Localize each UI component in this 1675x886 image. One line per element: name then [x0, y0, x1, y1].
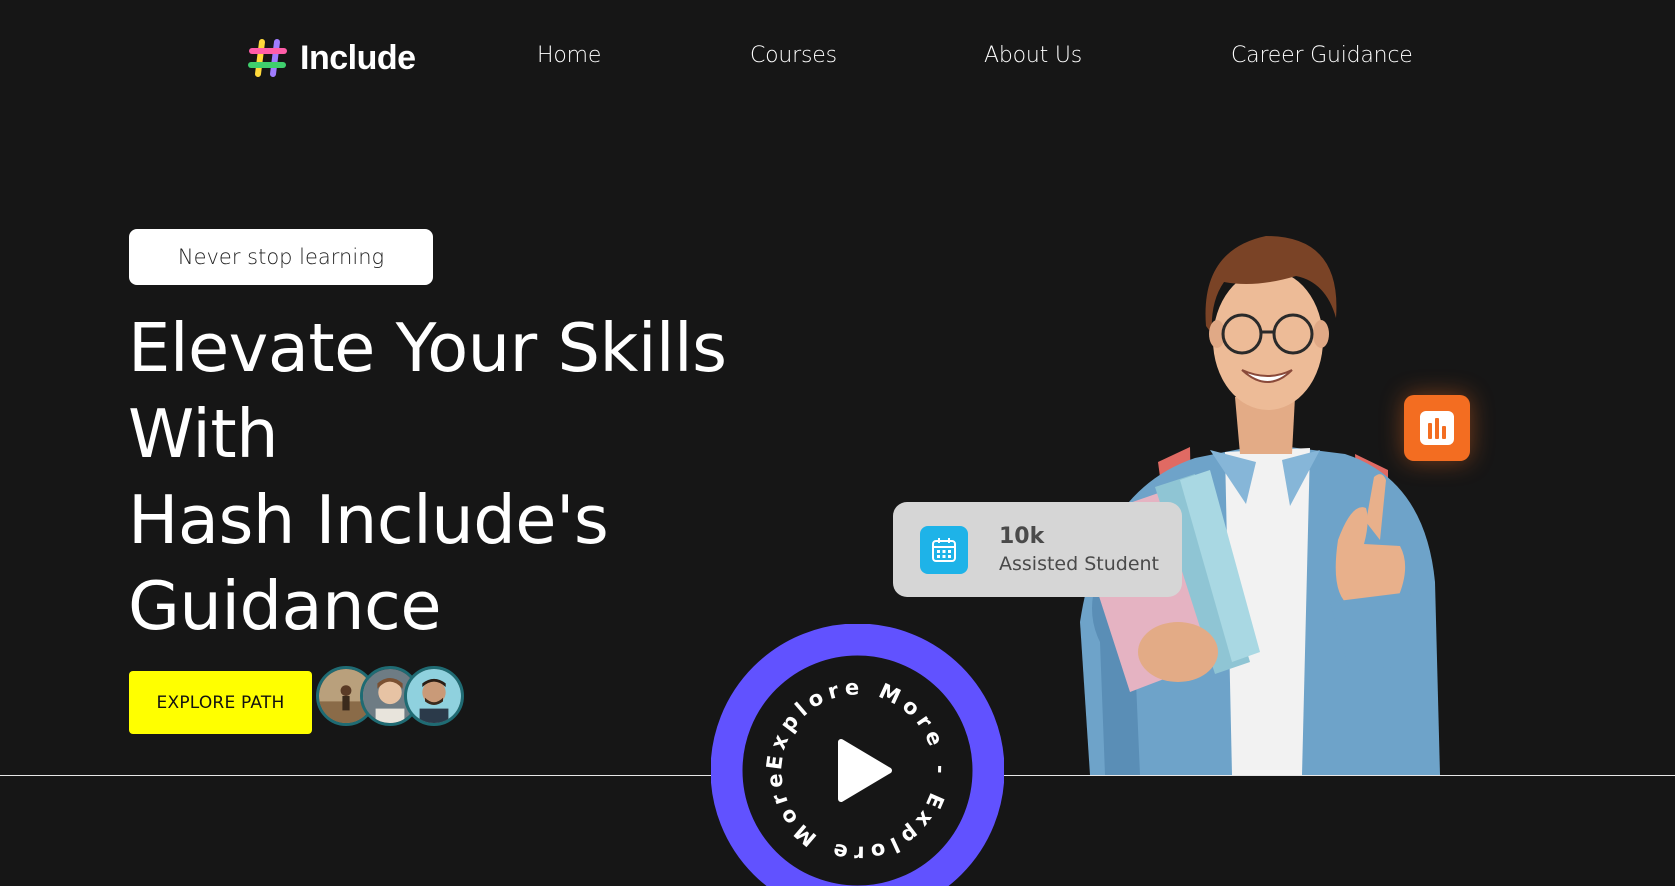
nav-courses[interactable]: Courses — [750, 43, 837, 68]
avatar — [404, 666, 464, 726]
bar-chart-icon — [1420, 411, 1454, 445]
avatar-group — [316, 666, 466, 726]
headline-line: Hash Include's — [128, 481, 609, 559]
brand-name: Include — [300, 38, 416, 77]
logo[interactable]: Include — [246, 36, 416, 80]
stat-label: Assisted Student — [999, 553, 1160, 575]
nav-home[interactable]: Home — [537, 43, 601, 68]
nav-career-guidance[interactable]: Career Guidance — [1231, 43, 1413, 68]
explore-more-badge[interactable]: Explore More - Explore More - — [711, 624, 1004, 886]
tagline-pill: Never stop learning — [129, 229, 433, 285]
nav-about-us[interactable]: About Us — [984, 43, 1082, 68]
hash-logo-icon — [248, 39, 287, 77]
assisted-students-card: 10k Assisted Student — [893, 502, 1182, 597]
student-photo — [1075, 236, 1440, 775]
hero-headline: Elevate Your Skills With Hash Include's … — [128, 305, 828, 649]
headline-line: Elevate Your Skills — [128, 309, 727, 387]
calendar-icon — [920, 525, 968, 574]
stat-value: 10k — [999, 524, 1045, 549]
headline-line: With — [128, 395, 279, 473]
chart-badge — [1404, 395, 1470, 461]
explore-path-button[interactable]: EXPLORE PATH — [129, 671, 312, 734]
